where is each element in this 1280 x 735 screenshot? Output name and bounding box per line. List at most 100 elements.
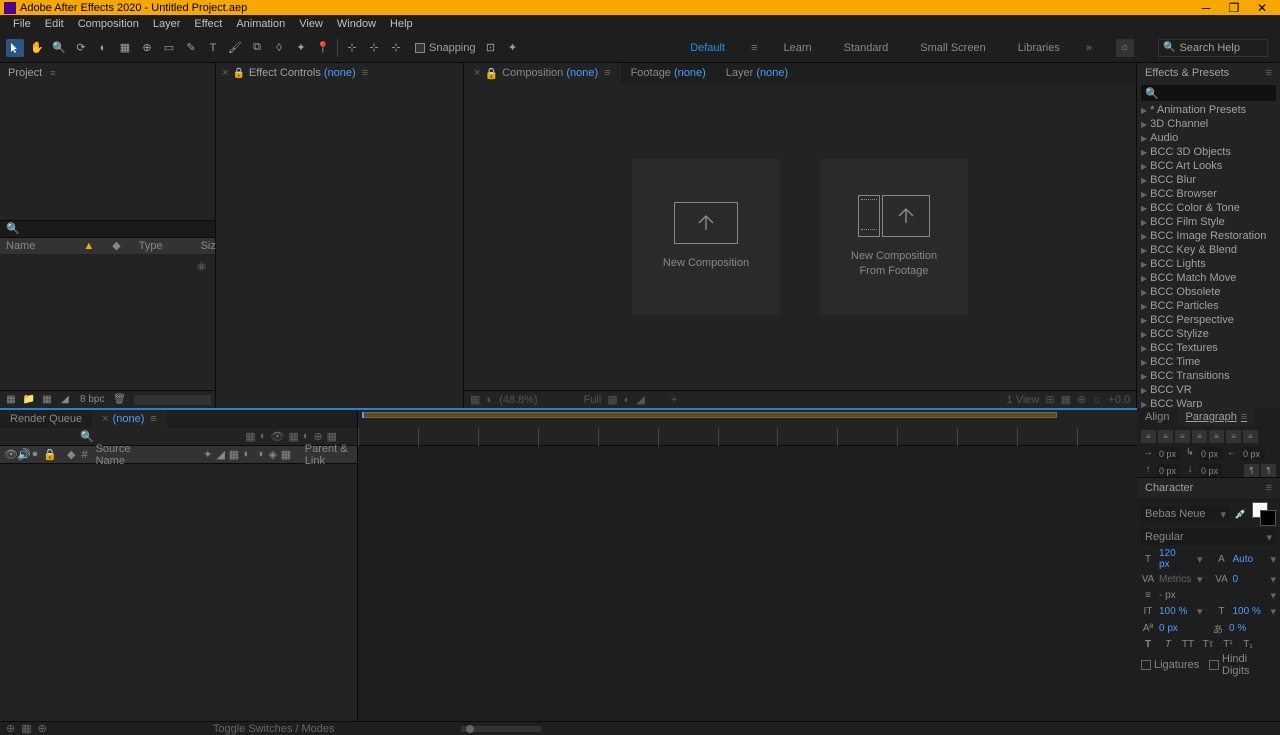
align-tab[interactable]: Align <box>1137 408 1177 426</box>
tl-lock-icon[interactable]: 🔒 <box>43 448 53 461</box>
tl-shyly-icon[interactable]: ✦ <box>203 448 213 461</box>
new-composition-button[interactable]: New Composition <box>632 159 780 314</box>
new-comp-icon[interactable]: ▦ <box>40 393 54 407</box>
vscale[interactable]: 100 % <box>1159 606 1189 617</box>
pen-tool[interactable]: ✎ <box>182 39 200 57</box>
resolution[interactable]: Full <box>584 394 602 406</box>
workspace-default-menu[interactable]: ≡ <box>751 42 757 54</box>
workspace-small[interactable]: Small Screen <box>914 38 991 58</box>
camera-tool[interactable]: ▦ <box>116 39 134 57</box>
eraser-tool[interactable]: ◊ <box>270 39 288 57</box>
clone-tool[interactable]: ⧉ <box>248 39 266 57</box>
workspace-default[interactable]: Default <box>684 38 731 58</box>
tracking[interactable]: 0 <box>1233 574 1263 585</box>
tl-parent[interactable]: Parent & Link <box>305 443 357 467</box>
tl-num-icon[interactable]: # <box>81 449 87 461</box>
indent-right[interactable]: 0 px <box>1241 447 1265 460</box>
effect-category[interactable]: ▶BCC Match Move <box>1137 271 1280 285</box>
brain-icon[interactable]: ⊕ <box>38 722 47 735</box>
effect-category[interactable]: ▶BCC Color & Tone <box>1137 201 1280 215</box>
eyedropper-icon[interactable]: 💉 <box>1234 509 1248 520</box>
render-queue-tab[interactable]: Render Queue <box>0 410 92 428</box>
space-after[interactable]: 0 px <box>1199 464 1223 477</box>
selection-tool[interactable] <box>6 39 24 57</box>
italic-btn[interactable]: T <box>1161 639 1175 650</box>
align-left[interactable]: ≡ <box>1141 430 1156 443</box>
effect-category[interactable]: ▶BCC Stylize <box>1137 327 1280 341</box>
footage-viewer-tab[interactable]: Footage (none) <box>621 63 716 83</box>
workspace-standard[interactable]: Standard <box>838 38 895 58</box>
character-tab[interactable]: Character ≡ <box>1137 478 1280 498</box>
rotobezier-icon[interactable]: + <box>671 394 677 406</box>
menu-help[interactable]: Help <box>383 18 420 30</box>
playhead[interactable] <box>362 412 364 418</box>
tsume[interactable]: 0 % <box>1229 623 1259 634</box>
channel-icon[interactable]: ◢ <box>636 393 644 406</box>
new-composition-from-footage-button[interactable]: New Composition From Footage <box>820 159 968 314</box>
ec-close-icon[interactable]: × <box>222 67 228 79</box>
menu-composition[interactable]: Composition <box>71 18 146 30</box>
trash-icon[interactable]: 🗑 <box>112 393 126 407</box>
orbit-tool[interactable]: ⟳ <box>72 39 90 57</box>
tl-fxswitch-icon[interactable]: ◢ <box>216 448 226 461</box>
effect-category[interactable]: ▶BCC VR <box>1137 383 1280 397</box>
render-icon[interactable]: ▦ <box>21 722 31 735</box>
effect-category[interactable]: ▶BCC Textures <box>1137 341 1280 355</box>
interpret-footage-icon[interactable]: ▦ <box>4 393 18 407</box>
effect-category[interactable]: ▶BCC Obsolete <box>1137 285 1280 299</box>
minimize-button[interactable]: ─ <box>1192 0 1220 15</box>
effect-category[interactable]: ▶3D Channel <box>1137 117 1280 131</box>
snapping-checkbox[interactable] <box>415 43 425 53</box>
exposure-value[interactable]: +0.0 <box>1108 394 1130 406</box>
time-icon[interactable]: ⊕ <box>1077 393 1086 406</box>
tl-brain-icon[interactable]: ⊕ <box>313 430 322 443</box>
effects-presets-tab[interactable]: Effects & Presets ≡ <box>1137 63 1280 83</box>
zoom-slider[interactable] <box>461 726 541 732</box>
rtl-icon[interactable]: ¶ <box>1244 464 1259 477</box>
menu-effect[interactable]: Effect <box>187 18 229 30</box>
exposure-icon[interactable]: ☼ <box>1092 394 1102 406</box>
align-right[interactable]: ≡ <box>1175 430 1190 443</box>
font-size[interactable]: 120 px <box>1159 548 1189 570</box>
transparency-icon[interactable]: ◐ <box>624 394 631 406</box>
indent-left[interactable]: 0 px <box>1157 447 1181 460</box>
maximize-button[interactable]: ❐ <box>1220 0 1248 15</box>
effect-category[interactable]: ▶BCC Blur <box>1137 173 1280 187</box>
timeline-ruler[interactable] <box>358 410 1137 446</box>
allcaps-btn[interactable]: TT <box>1181 639 1195 650</box>
effect-category[interactable]: ▶* Animation Presets <box>1137 103 1280 117</box>
stroke-color[interactable] <box>1260 510 1276 526</box>
toggle-switches[interactable]: Toggle Switches / Modes <box>213 723 335 735</box>
effect-category[interactable]: ▶BCC Transitions <box>1137 369 1280 383</box>
magnification[interactable]: (48.8%) <box>499 394 538 406</box>
effect-category[interactable]: ▶BCC Film Style <box>1137 215 1280 229</box>
tl-mb-icon[interactable]: ◐ <box>242 448 252 461</box>
tl-motion-blur-icon[interactable]: ◐ <box>303 430 310 443</box>
baseline[interactable]: 0 px <box>1159 623 1189 634</box>
ltr-icon[interactable]: ¶ <box>1261 464 1276 477</box>
timeline-tab[interactable]: × (none) ≡ <box>92 410 167 428</box>
project-list[interactable]: ⚛ <box>0 254 215 391</box>
tl-adj-icon[interactable]: ◑ <box>255 448 265 461</box>
composition-viewer-tab[interactable]: × 🔒 Composition (none) ≡ <box>464 63 621 83</box>
menu-animation[interactable]: Animation <box>229 18 292 30</box>
menu-file[interactable]: File <box>6 18 38 30</box>
brush-tool[interactable]: 🖌 <box>226 39 244 57</box>
snap-option-2[interactable]: ✦ <box>504 39 522 57</box>
justify-last-center[interactable]: ≡ <box>1209 430 1224 443</box>
tl-graph-icon[interactable]: ◐ <box>260 430 267 443</box>
leading[interactable]: Auto <box>1233 554 1263 565</box>
subscript-btn[interactable]: T₁ <box>1241 639 1255 650</box>
effects-presets-menu[interactable]: ≡ <box>1266 67 1272 79</box>
view-layout[interactable]: 1 View <box>1007 394 1040 406</box>
effects-search[interactable]: 🔍 <box>1141 85 1276 101</box>
justify-all[interactable]: ≡ <box>1243 430 1258 443</box>
col-label-icon[interactable]: ◆ <box>112 239 120 252</box>
project-panel-menu[interactable]: ≡ <box>50 68 55 78</box>
effect-category[interactable]: ▶Audio <box>1137 131 1280 145</box>
justify-last-left[interactable]: ≡ <box>1192 430 1207 443</box>
bold-btn[interactable]: T <box>1141 639 1155 650</box>
rectangle-tool[interactable]: ▭ <box>160 39 178 57</box>
effect-category[interactable]: ▶BCC Time <box>1137 355 1280 369</box>
hindi-check[interactable]: Hindi Digits <box>1209 653 1276 677</box>
